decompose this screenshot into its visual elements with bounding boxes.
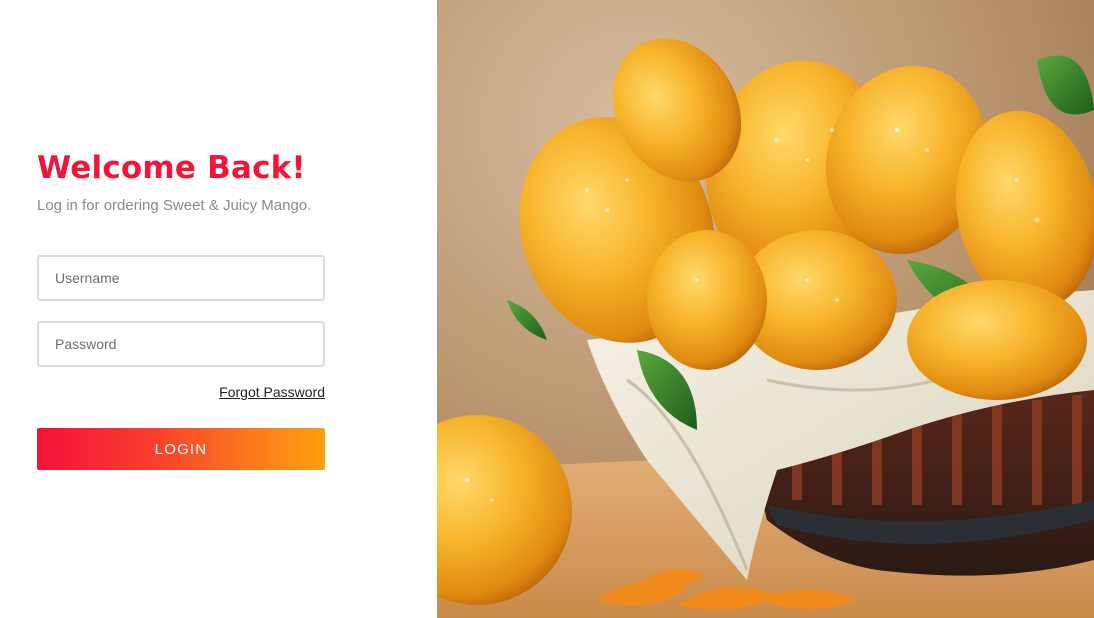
login-button[interactable]: LOGIN [37, 428, 325, 470]
mango-basket-image [437, 0, 1094, 618]
hero-panel [437, 0, 1094, 618]
welcome-title: Welcome Back! [37, 150, 306, 186]
username-input[interactable] [37, 255, 325, 301]
password-input[interactable] [37, 321, 325, 367]
login-panel: Welcome Back! Log in for ordering Sweet … [0, 0, 437, 618]
forgot-password-link[interactable]: Forgot Password [219, 384, 325, 400]
welcome-subtitle: Log in for ordering Sweet & Juicy Mango. [37, 197, 312, 214]
login-page: Welcome Back! Log in for ordering Sweet … [0, 0, 1094, 618]
